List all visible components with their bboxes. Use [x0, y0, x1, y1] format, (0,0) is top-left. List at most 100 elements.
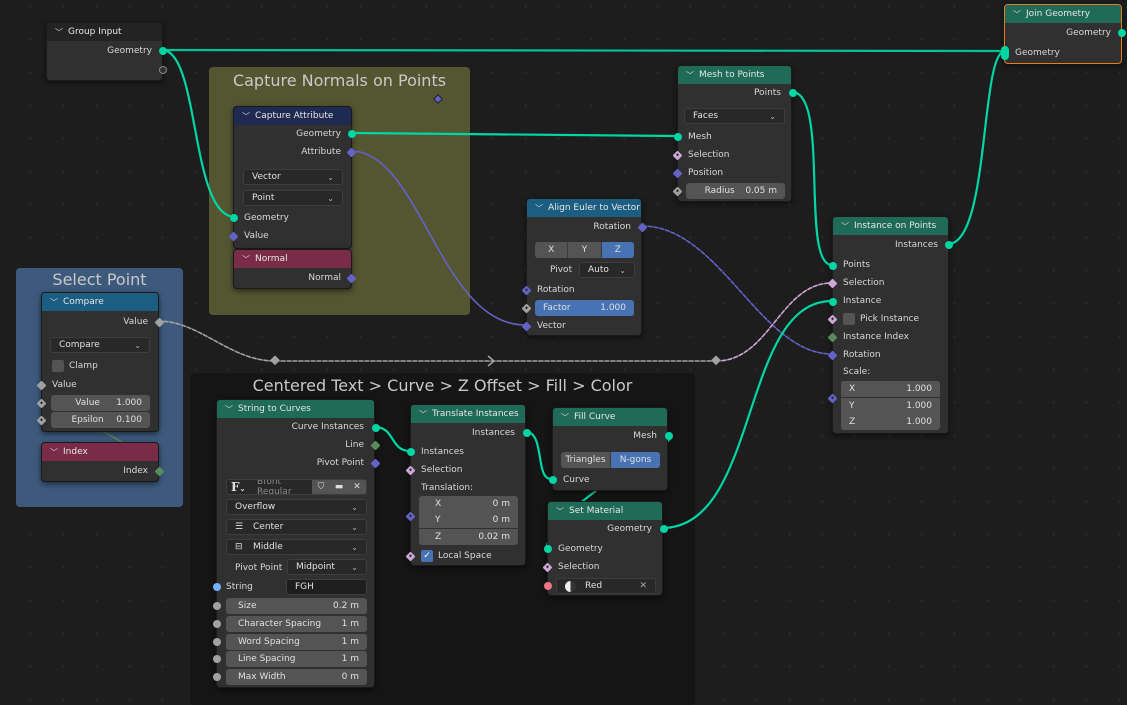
pick-instance-checkbox[interactable] [843, 313, 855, 325]
node-header[interactable]: ﹀ Compare [42, 293, 158, 311]
node-header[interactable]: ﹀ Normal [234, 250, 351, 268]
node-capture-attribute[interactable]: ﹀ Capture Attribute Geometry Attribute Ve… [228, 106, 357, 249]
string-socket[interactable] [213, 583, 221, 591]
geometry-socket[interactable] [1118, 29, 1126, 37]
size-field[interactable]: Size 0.2 m [226, 598, 367, 614]
fill-mode-selector[interactable]: Triangles N-gons [561, 452, 660, 468]
float-socket[interactable] [521, 303, 532, 314]
node-header[interactable]: ﹀ Join Geometry [1005, 5, 1121, 23]
node-header[interactable]: ﹀ Translate Instances [411, 405, 525, 423]
float-socket[interactable] [213, 673, 221, 681]
pick-instance-row[interactable]: Pick Instance [833, 311, 948, 327]
pivot-point-dropdown[interactable]: Midpoint ⌄ [287, 559, 367, 575]
geometry-socket[interactable] [230, 214, 238, 222]
node-index[interactable]: ﹀ Index Index [41, 442, 165, 482]
chevron-down-icon[interactable]: ﹀ [242, 254, 250, 265]
node-mesh-to-points[interactable]: ﹀ Mesh to Points Points Faces ⌄ Mesh Selec… [672, 65, 797, 202]
float-socket[interactable] [213, 620, 221, 628]
geometry-socket[interactable] [348, 130, 356, 138]
geometry-socket[interactable] [665, 432, 673, 440]
scale-z-field[interactable]: Z 1.000 [841, 414, 940, 430]
node-header[interactable]: ﹀ Set Material [548, 502, 662, 520]
vector-socket[interactable] [827, 393, 838, 404]
node-fill-curve[interactable]: ﹀ Fill Curve Mesh Triangles N-gons Curve [549, 407, 673, 491]
clamp-checkbox[interactable] [52, 360, 64, 372]
geometry-socket[interactable] [660, 525, 668, 533]
align-x-dropdown[interactable]: ☰ Center ⌄ [226, 519, 367, 535]
geometry-socket[interactable] [159, 47, 167, 55]
ngons-button[interactable]: N-gons [611, 452, 660, 468]
node-align-euler-to-vector[interactable]: ﹀ Align Euler to Vector Rotation X Y Z Pi… [521, 198, 648, 336]
factor-field[interactable]: Factor 1.000 [535, 300, 634, 316]
value-field[interactable]: Value 1.000 [51, 395, 150, 411]
epsilon-field[interactable]: Epsilon 0.100 [51, 412, 150, 428]
empty-socket[interactable] [159, 66, 167, 74]
translation-z-field[interactable]: Z 0.02 m [419, 529, 518, 545]
node-group-input[interactable]: ﹀ Group Input Geometry [46, 22, 167, 81]
chevron-down-icon[interactable]: ﹀ [242, 111, 250, 122]
chevron-down-icon[interactable]: ﹀ [1013, 9, 1021, 20]
geometry-socket[interactable] [549, 476, 557, 484]
node-header[interactable]: ﹀ Instance on Points [833, 217, 948, 235]
chevron-down-icon[interactable]: ﹀ [535, 203, 543, 214]
axis-y-button[interactable]: Y [568, 242, 602, 258]
geometry-socket[interactable] [945, 241, 953, 249]
node-set-material[interactable]: ﹀ Set Material Geometry Geometry Selectio… [542, 501, 668, 596]
close-icon[interactable]: ✕ [348, 480, 366, 494]
character-spacing-field[interactable]: Character Spacing 1 m [226, 616, 367, 632]
node-instance-on-points[interactable]: ﹀ Instance on Points Instances Points Sel… [827, 216, 953, 434]
font-icon[interactable]: F⌄ [227, 480, 253, 494]
chevron-down-icon[interactable]: ﹀ [225, 404, 233, 415]
fake-user-shield-icon[interactable]: ⛉ [312, 480, 330, 494]
axis-z-button[interactable]: Z [601, 242, 634, 258]
geometry-socket[interactable] [372, 424, 380, 432]
overflow-dropdown[interactable]: Overflow ⌄ [226, 499, 367, 515]
chevron-down-icon[interactable]: ﹀ [50, 447, 58, 458]
line-spacing-field[interactable]: Line Spacing 1 m [226, 651, 367, 667]
node-header[interactable]: ﹀ Group Input [47, 23, 162, 41]
local-space-checkbox[interactable]: ✓ [421, 550, 433, 562]
geometry-socket[interactable] [829, 298, 837, 306]
chevron-down-icon[interactable]: ﹀ [561, 412, 569, 423]
translation-y-field[interactable]: Y 0 m [419, 512, 518, 528]
geometry-socket[interactable] [544, 545, 552, 553]
chevron-down-icon[interactable]: ﹀ [50, 297, 58, 308]
radius-field[interactable]: Radius 0.05 m [686, 183, 785, 199]
word-spacing-field[interactable]: Word Spacing 1 m [226, 634, 367, 650]
string-input[interactable]: FGH [286, 579, 367, 595]
geometry-socket[interactable] [523, 429, 531, 437]
font-selector[interactable]: F⌄ Bfont Regular ⛉ ▬ ✕ [226, 479, 367, 495]
node-header[interactable]: ﹀ Fill Curve [553, 408, 667, 426]
node-header[interactable]: ﹀ Mesh to Points [678, 66, 791, 84]
chevron-down-icon[interactable]: ﹀ [556, 506, 564, 517]
float-socket[interactable] [213, 655, 221, 663]
chevron-down-icon[interactable]: ﹀ [419, 409, 427, 420]
data-type-dropdown[interactable]: Vector ⌄ [243, 169, 343, 185]
node-string-to-curves[interactable]: ﹀ String to Curves Curve Instances Line P… [213, 399, 381, 688]
folder-icon[interactable]: ▬ [330, 480, 348, 494]
geometry-socket[interactable] [674, 133, 682, 141]
node-header[interactable]: ﹀ Capture Attribute [234, 107, 351, 125]
triangles-button[interactable]: Triangles [561, 452, 611, 468]
domain-dropdown[interactable]: Point ⌄ [243, 190, 343, 206]
mode-dropdown[interactable]: Faces ⌄ [684, 108, 785, 124]
mode-dropdown[interactable]: Compare ⌄ [50, 337, 150, 353]
geometry-socket[interactable] [829, 262, 837, 270]
material-socket[interactable] [544, 582, 552, 590]
pivot-dropdown[interactable]: Auto ⌄ [579, 262, 635, 278]
node-header[interactable]: ﹀ String to Curves [217, 400, 374, 418]
node-translate-instances[interactable]: ﹀ Translate Instances Instances Instances… [405, 404, 531, 566]
node-normal[interactable]: ﹀ Normal Normal [233, 249, 357, 289]
clamp-checkbox-row[interactable]: Clamp [42, 358, 158, 374]
float-socket[interactable] [213, 638, 221, 646]
chevron-down-icon[interactable]: ﹀ [841, 221, 849, 232]
scale-y-field[interactable]: Y 1.000 [841, 398, 940, 414]
node-header[interactable]: ﹀ Index [42, 443, 158, 461]
material-selector[interactable]: Red ✕ [556, 578, 656, 594]
chevron-down-icon[interactable]: ﹀ [686, 70, 694, 81]
axis-x-button[interactable]: X [535, 242, 569, 258]
chevron-down-icon[interactable]: ﹀ [55, 27, 63, 38]
node-join-geometry[interactable]: ﹀ Join Geometry Geometry Geometry [1001, 4, 1126, 64]
translation-x-field[interactable]: X 0 m [419, 496, 518, 512]
local-space-row[interactable]: ✓ Local Space [411, 548, 525, 564]
